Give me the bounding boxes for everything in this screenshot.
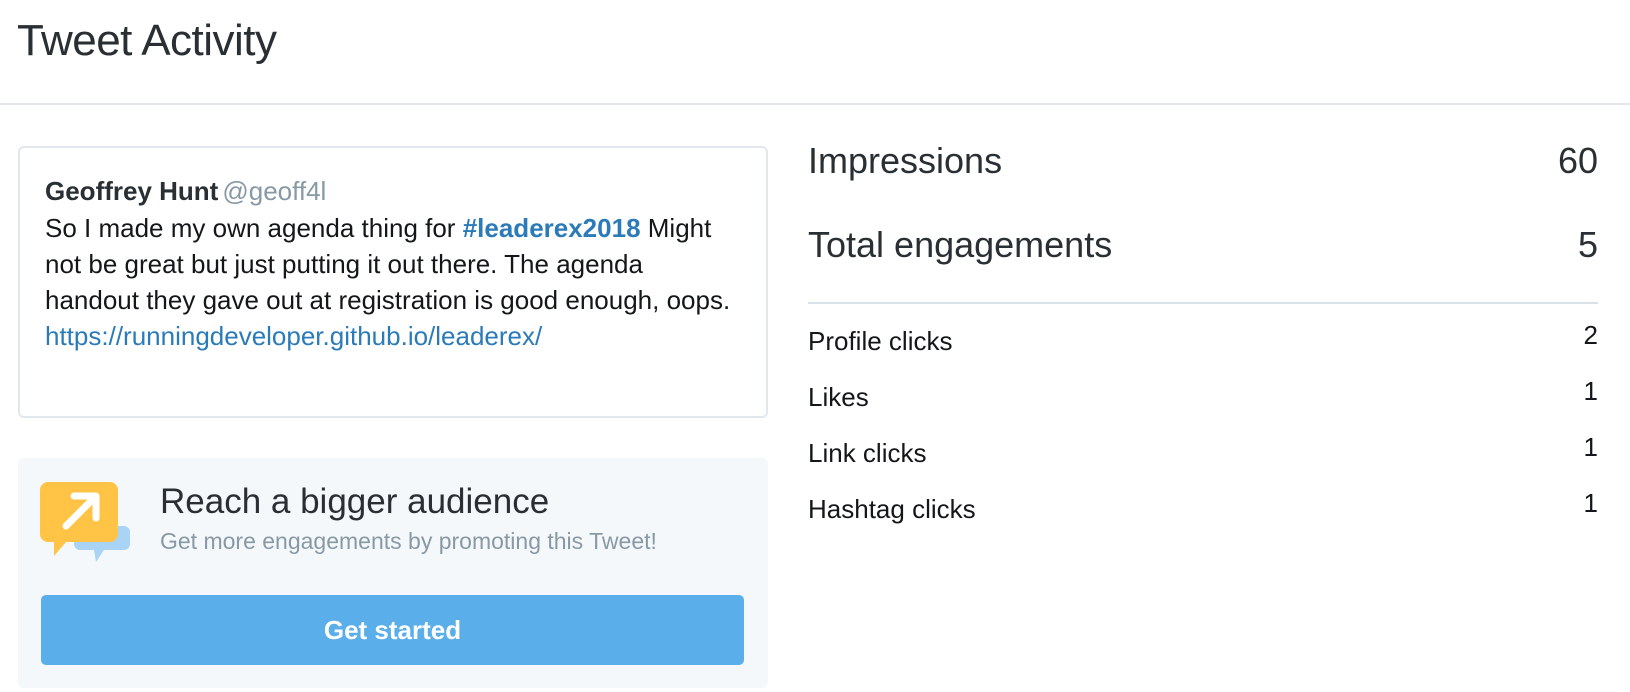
metric-row-link-clicks: Link clicks 1 — [808, 422, 1598, 478]
metric-label: Hashtag clicks — [808, 494, 976, 524]
metric-value: 1 — [1583, 488, 1598, 518]
promote-subtitle: Get more engagements by promoting this T… — [160, 528, 657, 554]
tweet-hashtag-link[interactable]: #leaderex2018 — [463, 213, 641, 243]
metric-row-likes: Likes 1 — [808, 366, 1598, 422]
tweet-author: Geoffrey Hunt @geoff4l — [45, 174, 742, 208]
tweet-author-handle[interactable]: @geoff4l — [222, 176, 326, 206]
tweet-text: So I made my own agenda thing for #leade… — [45, 210, 742, 354]
metric-value: 1 — [1583, 376, 1598, 406]
metrics-panel: Impressions 60 Total engagements 5 Profi… — [808, 140, 1598, 534]
impressions-value: 60 — [1557, 140, 1598, 181]
impressions-row: Impressions 60 — [808, 140, 1598, 224]
promote-card: Reach a bigger audience Get more engagem… — [18, 458, 768, 688]
tweet-card: Geoffrey Hunt @geoff4l So I made my own a… — [18, 146, 768, 418]
page-header: Tweet Activity — [0, 0, 1630, 105]
engagement-breakdown: Profile clicks 2 Likes 1 Link clicks 1 H… — [808, 310, 1598, 534]
total-engagements-row: Total engagements 5 — [808, 224, 1598, 308]
promote-arrow-icon — [40, 482, 130, 562]
get-started-button[interactable]: Get started — [41, 595, 744, 665]
metric-value: 2 — [1583, 320, 1598, 350]
impressions-label: Impressions — [808, 140, 1003, 181]
metrics-divider — [808, 302, 1598, 304]
promote-title: Reach a bigger audience — [160, 482, 550, 521]
tweet-url-link[interactable]: https://runningdeveloper.github.io/leade… — [45, 318, 742, 354]
metric-row-profile-clicks: Profile clicks 2 — [808, 310, 1598, 366]
tweet-author-name[interactable]: Geoffrey Hunt — [45, 176, 218, 206]
tweet-text-start: So I made my own agenda thing for — [45, 213, 463, 243]
page-title: Tweet Activity — [17, 16, 277, 65]
total-engagements-label: Total engagements — [808, 224, 1113, 265]
total-engagements-value: 5 — [1577, 224, 1598, 265]
metric-label: Link clicks — [808, 438, 927, 468]
metric-row-hashtag-clicks: Hashtag clicks 1 — [808, 478, 1598, 534]
metric-value: 1 — [1583, 432, 1598, 462]
metric-label: Likes — [808, 382, 869, 412]
metric-label: Profile clicks — [808, 326, 953, 356]
